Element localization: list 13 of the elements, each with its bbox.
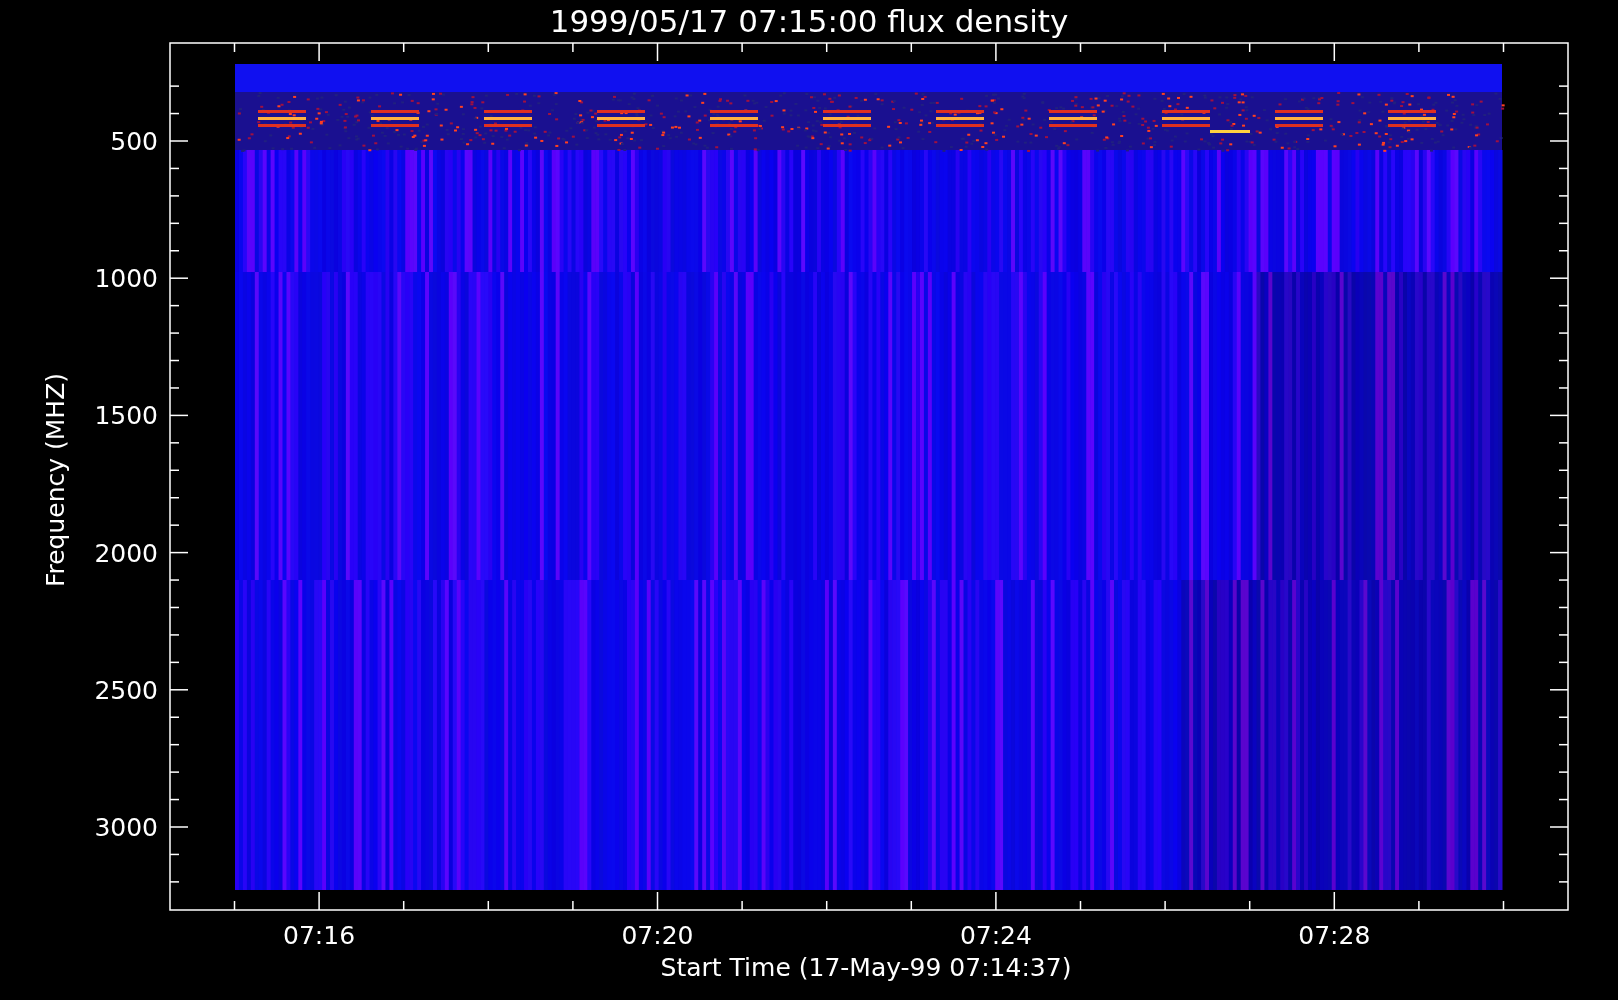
y-axis-title: Frequency (MHZ) <box>41 372 70 588</box>
x-tick-label: 07:16 <box>283 921 356 950</box>
y-tick-label: 3000 <box>94 813 158 842</box>
y-tick-label: 2000 <box>94 538 158 568</box>
y-tick-label: 500 <box>110 127 158 156</box>
y-tick-label: 1000 <box>94 264 158 294</box>
x-axis-title: Start Time (17-May-99 07:14:37) <box>660 953 1072 982</box>
x-tick-label: 07:24 <box>959 921 1032 950</box>
y-tick-label: 2500 <box>94 675 158 705</box>
plot-title: 1999/05/17 07:15:00 flux density <box>549 3 1069 39</box>
x-tick-label: 07:20 <box>621 921 694 950</box>
y-tick-label: 1500 <box>94 401 158 431</box>
x-tick-label: 07:28 <box>1298 921 1371 950</box>
